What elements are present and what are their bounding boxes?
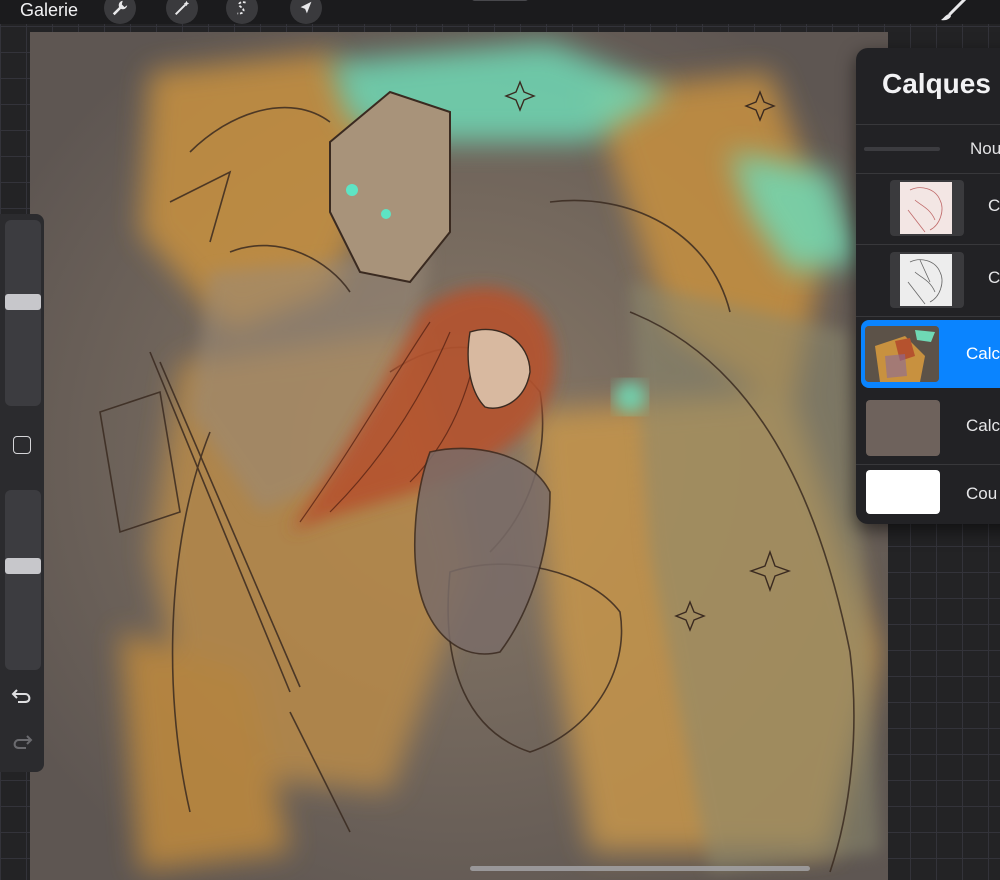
selection-s-icon[interactable] bbox=[226, 0, 258, 24]
brush-size-thumb[interactable] bbox=[5, 294, 41, 310]
opacity-thumb[interactable] bbox=[5, 558, 41, 574]
artwork bbox=[30, 32, 888, 880]
layer-name: Cou bbox=[966, 484, 998, 503]
layer-thumbnail bbox=[866, 470, 940, 514]
layers-title: Calques bbox=[882, 68, 991, 99]
square-icon[interactable] bbox=[13, 436, 31, 454]
layer-thumbnail bbox=[890, 180, 964, 236]
layer-thumbnail bbox=[890, 252, 964, 308]
redo-arrow-icon[interactable] bbox=[10, 732, 34, 754]
opacity-slider[interactable] bbox=[5, 490, 41, 670]
layer-name: C bbox=[988, 268, 1000, 287]
layers-panel: Calques Nou C C Calc Calc Cou bbox=[856, 48, 1000, 524]
top-handle[interactable] bbox=[472, 0, 528, 1]
brush-size-slider[interactable] bbox=[5, 220, 41, 406]
top-toolbar: Galerie bbox=[0, 0, 1000, 24]
new-layer-button[interactable]: Nou bbox=[970, 139, 1000, 159]
wrench-icon[interactable] bbox=[104, 0, 136, 24]
gallery-button[interactable]: Galerie bbox=[20, 0, 78, 20]
arrow-cursor-icon[interactable] bbox=[290, 0, 322, 24]
undo-arrow-icon[interactable] bbox=[10, 686, 34, 708]
layers-divider-bar bbox=[864, 147, 940, 151]
layer-row[interactable]: C bbox=[856, 244, 1000, 317]
brush-icon[interactable] bbox=[938, 0, 972, 24]
magic-wand-icon[interactable] bbox=[166, 0, 198, 24]
layer-thumbnail bbox=[866, 400, 940, 456]
layers-header-row: Nou bbox=[856, 124, 1000, 174]
layer-row[interactable]: Cou bbox=[856, 464, 1000, 536]
drawing-canvas[interactable] bbox=[30, 32, 888, 880]
left-sidebar bbox=[0, 214, 44, 772]
layer-row-selected[interactable]: Calc bbox=[861, 320, 1000, 388]
layer-name: Calc bbox=[966, 344, 1000, 363]
layer-name: Calc bbox=[966, 416, 1000, 435]
layer-thumbnail bbox=[865, 326, 939, 382]
layer-row[interactable]: Calc bbox=[856, 392, 1000, 465]
home-indicator[interactable] bbox=[470, 866, 810, 871]
layer-name: C bbox=[988, 196, 1000, 215]
layer-row[interactable]: C bbox=[856, 172, 1000, 245]
